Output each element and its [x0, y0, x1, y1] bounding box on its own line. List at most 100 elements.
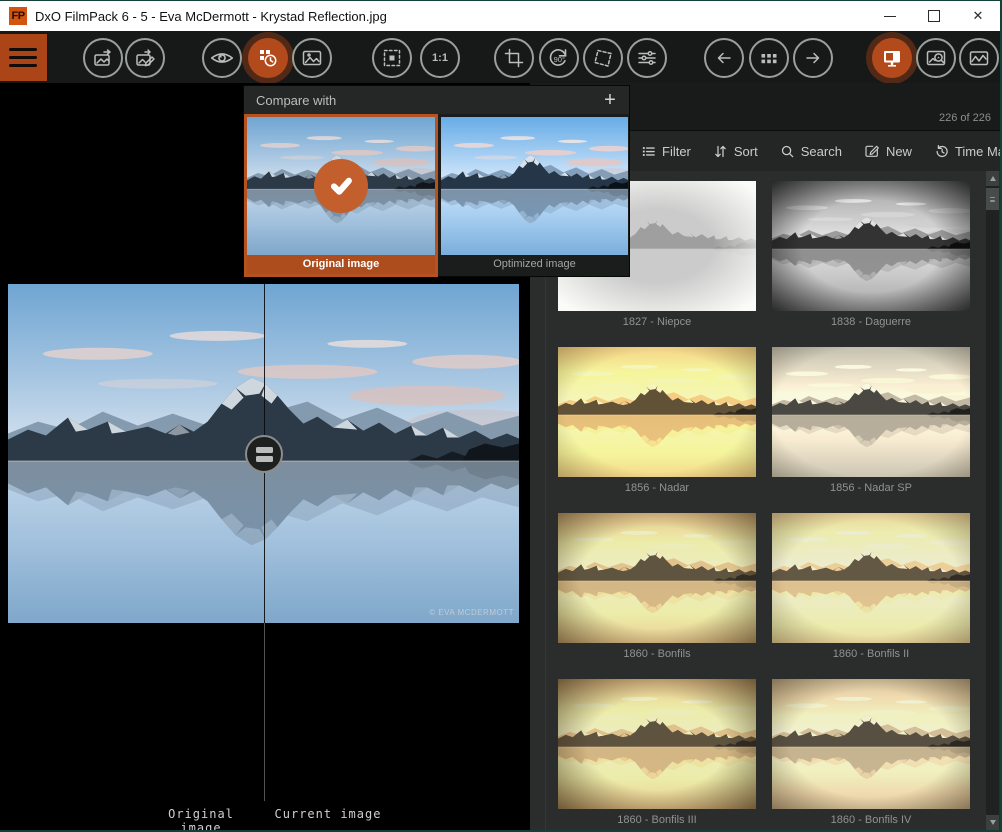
viewer-left-label: Original image [146, 807, 256, 832]
loupe-view-button[interactable] [916, 38, 956, 78]
next-image-button[interactable] [793, 38, 833, 78]
zoom-1-1-button[interactable]: 1:1 [420, 38, 460, 78]
histogram-button[interactable] [959, 38, 999, 78]
thumbnail-grid-button[interactable] [749, 38, 789, 78]
app-window: FP DxO FilmPack 6 - 5 - Eva McDermott - … [0, 0, 1002, 832]
histogram-icon [967, 46, 991, 70]
svg-text:90°: 90° [554, 55, 565, 64]
vignette-overlay [772, 679, 970, 809]
selected-check-icon [314, 159, 368, 213]
search-button[interactable]: Search [780, 144, 842, 159]
compare-divider-extension [264, 623, 265, 801]
vignette-overlay [558, 513, 756, 643]
previous-image-button[interactable] [704, 38, 744, 78]
compare-panel-title: Compare with [256, 93, 336, 108]
compare-slider-handle[interactable] [245, 435, 283, 473]
minimize-icon [884, 16, 896, 17]
grid-icon [757, 46, 781, 70]
add-comparison-button[interactable]: + [599, 89, 621, 111]
titlebar: FP DxO FilmPack 6 - 5 - Eva McDermott - … [0, 1, 1000, 31]
preset-card[interactable]: 1856 - Nadar [558, 347, 756, 494]
scroll-up-icon [990, 176, 996, 181]
menu-button[interactable] [0, 34, 47, 81]
toolbar: 1:1 90° [0, 31, 1000, 83]
preset-thumbnail [558, 513, 756, 643]
compare-option-label: Optimized image [441, 255, 628, 274]
time-machine-button[interactable]: Time Machine [934, 144, 1002, 159]
compare-option-optimized[interactable]: Optimized image [438, 114, 631, 277]
perspective-button[interactable] [583, 38, 623, 78]
compare-with-panel: Compare with + Original image Optimized … [243, 85, 630, 277]
scroll-up-button[interactable] [986, 171, 999, 186]
preset-card[interactable]: 1860 - Bonfils II [772, 513, 970, 660]
compare-option-original[interactable]: Original image [244, 114, 438, 277]
preset-thumbnail [772, 181, 970, 311]
preset-label: 1856 - Nadar [558, 482, 756, 494]
zoom-1-1-label: 1:1 [432, 52, 448, 64]
export-image-button[interactable] [83, 38, 123, 78]
fine-tune-button[interactable] [627, 38, 667, 78]
preset-card[interactable]: 1860 - Bonfils III [558, 679, 756, 826]
preview-toggle-button[interactable] [202, 38, 242, 78]
vignette-overlay [558, 347, 756, 477]
preset-thumbnail [558, 347, 756, 477]
preset-label: 1827 - Niepce [558, 316, 756, 328]
preset-card[interactable]: 1838 - Daguerre [772, 181, 970, 328]
preset-thumbnail [772, 679, 970, 809]
time-machine-icon [934, 144, 949, 159]
search-icon [780, 144, 795, 159]
scroll-down-button[interactable] [986, 815, 999, 830]
new-preset-button[interactable]: New [864, 143, 912, 159]
preset-card[interactable]: 1856 - Nadar SP [772, 347, 970, 494]
marquee-select-button[interactable] [372, 38, 412, 78]
preset-thumbnail [772, 347, 970, 477]
rotate-90-button[interactable]: 90° [539, 38, 579, 78]
preset-count: 226 of 226 [939, 112, 991, 124]
compare-with-button[interactable] [248, 38, 288, 78]
scroll-down-icon [990, 820, 996, 825]
image-icon [300, 46, 324, 70]
vignette-overlay [558, 679, 756, 809]
filter-list-icon [641, 144, 656, 159]
rotate-90-icon: 90° [546, 45, 572, 71]
filter-button[interactable]: Filter [641, 144, 691, 159]
preset-card[interactable]: 1860 - Bonfils IV [772, 679, 970, 826]
viewer-right-label: Current image [270, 807, 386, 821]
export-image-icon [91, 46, 115, 70]
monitor-icon [880, 46, 904, 70]
sort-button[interactable]: Sort [713, 144, 758, 159]
preset-card[interactable]: 1860 - Bonfils [558, 513, 756, 660]
arrow-right-icon [801, 46, 825, 70]
arrow-left-icon [712, 46, 736, 70]
compare-option-label: Original image [247, 255, 435, 274]
new-preset-icon [864, 143, 880, 159]
crop-button[interactable] [494, 38, 534, 78]
close-button[interactable]: ✕ [956, 1, 1000, 31]
minimize-button[interactable] [868, 1, 912, 31]
scroll-thumb[interactable] [986, 188, 999, 210]
compare-panel-body: Original image Optimized image [244, 114, 629, 277]
preset-label: 1838 - Daguerre [772, 316, 970, 328]
vignette-overlay [772, 347, 970, 477]
preset-scrollbar[interactable] [986, 171, 999, 830]
preset-label: 1860 - Bonfils II [772, 648, 970, 660]
preset-thumbnail [772, 513, 970, 643]
close-icon: ✕ [973, 8, 984, 24]
maximize-button[interactable] [912, 1, 956, 31]
preset-label: 1860 - Bonfils III [558, 814, 756, 826]
sliders-icon [635, 46, 659, 70]
display-mode-button[interactable] [872, 38, 912, 78]
export-edit-icon [133, 46, 157, 70]
maximize-icon [928, 10, 940, 22]
preset-label: 1860 - Bonfils IV [772, 814, 970, 826]
watermark: © EVA MCDERMOTT [429, 608, 514, 617]
preset-thumbnail [558, 679, 756, 809]
sort-arrows-icon [713, 144, 728, 159]
window-controls: ✕ [868, 1, 1000, 31]
hamburger-icon [9, 48, 37, 51]
crop-icon [502, 46, 526, 70]
eye-icon [209, 45, 235, 71]
vignette-overlay [772, 181, 970, 311]
image-only-button[interactable] [292, 38, 332, 78]
export-edit-button[interactable] [125, 38, 165, 78]
